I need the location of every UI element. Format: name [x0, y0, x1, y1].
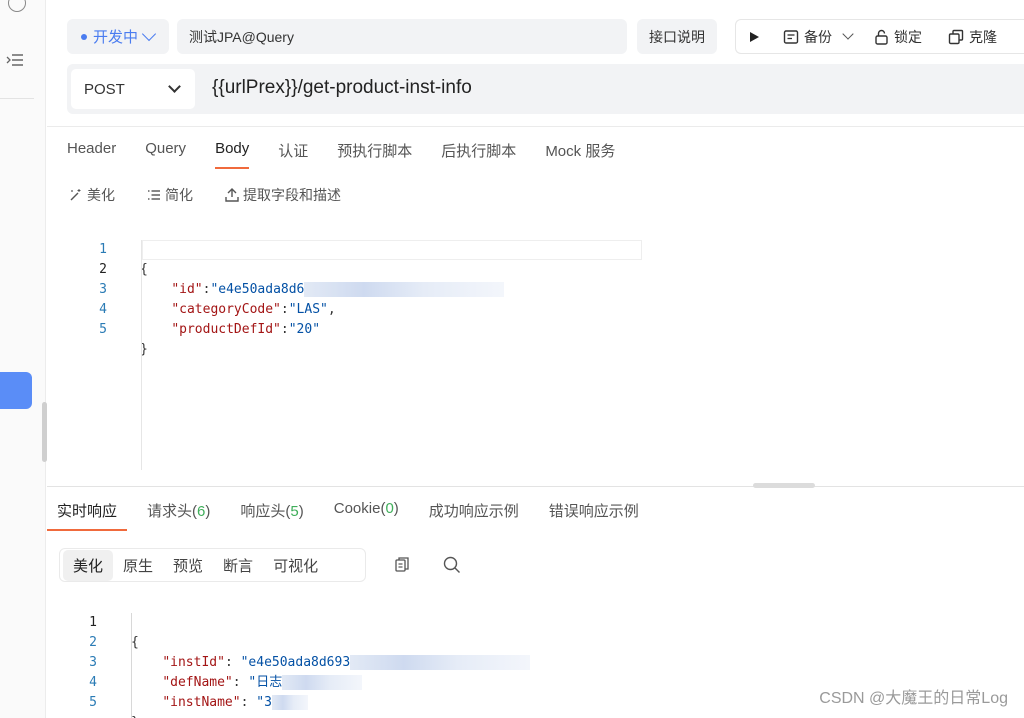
view-raw[interactable]: 原生	[113, 550, 163, 581]
lock-icon	[875, 29, 888, 45]
view-preview[interactable]: 预览	[163, 550, 213, 581]
copy-icon[interactable]	[394, 556, 410, 573]
body-toolbar: 美化 简化 提取字段和描述	[69, 185, 373, 205]
response-view-mode: 美化 原生 预览 断言 可视化	[59, 548, 366, 582]
request-body-editor[interactable]: 1 { 2 "id":"e4e50ada8d6 3 "categoryCode"…	[77, 220, 642, 357]
tab-live-response[interactable]: 实时响应	[47, 500, 128, 531]
response-tabs: 实时响应 请求头(6) 响应头(5) Cookie(0) 成功响应示例 错误响应…	[47, 500, 669, 531]
http-method-label: POST	[84, 80, 125, 98]
beautify-button[interactable]: 美化	[69, 185, 115, 205]
code-line: 3 "defName": "日志	[67, 633, 627, 690]
response-body-viewer: 1 { 2 "instId": "e4e50ada8d693 3 "defNam…	[67, 593, 627, 718]
lock-label: 锁定	[894, 28, 922, 45]
tab-query[interactable]: Query	[145, 140, 186, 169]
outline-toggle-icon[interactable]	[6, 52, 24, 68]
api-name-input[interactable]	[177, 19, 627, 54]
split-resize-grip[interactable]	[753, 483, 815, 488]
sidebar-divider	[0, 98, 34, 99]
backup-label: 备份	[804, 28, 832, 45]
watermark: CSDN @大魔王的日常Log	[819, 690, 1008, 707]
code-line: 2 "id":"e4e50ada8d6	[77, 240, 637, 297]
code-line: 3 "categoryCode":"LAS",	[99, 282, 336, 317]
run-button[interactable]	[748, 31, 765, 43]
left-sidebar	[0, 0, 47, 718]
backup-menu-chevron-icon[interactable]	[842, 28, 854, 40]
request-url-input[interactable]: {{urlPrex}}/get-product-inst-info	[212, 77, 472, 99]
http-method-select[interactable]: POST	[71, 69, 195, 109]
tab-request-headers[interactable]: 请求头(6)	[147, 500, 210, 531]
backup-icon	[783, 29, 799, 44]
request-tabs: Header Query Body 认证 预执行脚本 后执行脚本 Mock 服务	[67, 140, 644, 169]
extract-fields-button[interactable]: 提取字段和描述	[225, 185, 341, 205]
tab-post-script[interactable]: 后执行脚本	[441, 140, 516, 169]
view-visualize[interactable]: 可视化	[263, 550, 328, 581]
navigation-icon[interactable]	[8, 0, 26, 12]
api-header-row: 开发中 接口说明 备份 锁定 克隆	[67, 19, 1024, 54]
tab-header[interactable]: Header	[67, 140, 116, 169]
code-line: 1 {	[89, 615, 139, 650]
editor-gutter-line	[131, 613, 132, 718]
api-doc-button[interactable]: 接口说明	[637, 19, 717, 54]
status-dropdown[interactable]: 开发中	[67, 19, 169, 54]
tab-pre-script[interactable]: 预执行脚本	[337, 140, 412, 169]
code-line: 2 "instId": "e4e50ada8d693	[67, 613, 627, 670]
clone-icon	[948, 29, 964, 44]
api-editor: 开发中 接口说明 备份 锁定 克隆 POST	[47, 0, 1024, 718]
tab-cookie[interactable]: Cookie(0)	[334, 500, 399, 531]
clone-label: 克隆	[969, 28, 997, 45]
code-line: 4 "productDefId":"20"	[99, 302, 321, 337]
chevron-down-icon	[168, 80, 181, 93]
code-line: 5 }	[99, 322, 148, 357]
beautify-label: 美化	[87, 187, 115, 203]
simplify-label: 简化	[165, 187, 193, 203]
view-beautify[interactable]: 美化	[63, 549, 114, 581]
section-divider	[47, 126, 1024, 127]
status-label: 开发中	[93, 29, 139, 46]
play-icon	[750, 31, 759, 42]
code-line: 5 }	[89, 695, 139, 718]
tab-response-headers[interactable]: 响应头(5)	[240, 500, 303, 531]
tab-auth[interactable]: 认证	[278, 140, 308, 169]
panel-split	[47, 486, 1024, 487]
tab-error-example[interactable]: 错误响应示例	[549, 500, 639, 531]
search-icon[interactable]	[443, 556, 461, 574]
request-url-bar: POST {{urlPrex}}/get-product-inst-info	[67, 64, 1024, 114]
action-toolbar: 备份 锁定 克隆	[735, 19, 1024, 54]
redacted-value	[271, 695, 308, 710]
list-icon	[148, 190, 160, 200]
lock-button[interactable]: 锁定	[874, 27, 922, 47]
view-assert[interactable]: 断言	[213, 550, 263, 581]
code-line: 4 "instName": "3	[67, 653, 627, 710]
editor-gutter-line	[141, 240, 142, 470]
clone-button[interactable]: 克隆	[948, 27, 997, 47]
simplify-button[interactable]: 简化	[147, 185, 193, 205]
backup-button[interactable]: 备份	[783, 27, 832, 47]
status-dot-icon	[81, 33, 87, 40]
tab-success-example[interactable]: 成功响应示例	[429, 500, 519, 531]
extract-fields-label: 提取字段和描述	[243, 187, 341, 203]
sidebar-active-tab[interactable]	[0, 372, 32, 409]
chevron-down-icon	[141, 26, 157, 42]
magic-wand-icon	[70, 189, 81, 201]
tab-mock-service[interactable]: Mock 服务	[545, 140, 615, 169]
tab-body[interactable]: Body	[215, 140, 250, 169]
code-line: 1 {	[99, 242, 148, 277]
upload-icon	[225, 188, 239, 202]
